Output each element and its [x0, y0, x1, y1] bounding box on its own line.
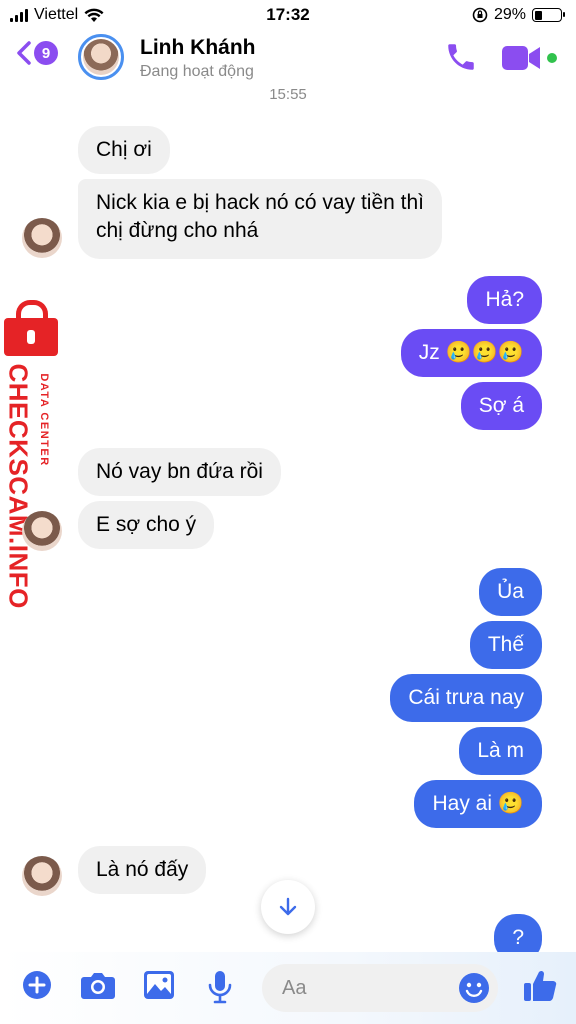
- message-bubble-outgoing[interactable]: Cái trưa nay: [390, 674, 542, 722]
- conversation-timestamp: 15:55: [269, 86, 307, 103]
- status-bar: Viettel 17:32 29%: [0, 0, 576, 30]
- message-bubble-outgoing[interactable]: Hả?: [467, 276, 542, 324]
- message-line: Nick kia e bị hack nó có vay tiền thì: [96, 191, 424, 214]
- message-bubble-incoming[interactable]: Nó vay bn đứa rồi: [78, 448, 281, 496]
- message-bubble-incoming[interactable]: Chị ơi: [78, 126, 170, 174]
- unread-badge: 9: [34, 41, 58, 65]
- watermark-text: CHECKSCAM.INFO: [3, 363, 34, 609]
- camera-icon[interactable]: [80, 970, 116, 1000]
- scroll-to-bottom-button[interactable]: [261, 880, 315, 934]
- contact-avatar[interactable]: [78, 34, 124, 80]
- message-bubble-outgoing[interactable]: Là m: [459, 727, 542, 775]
- contact-status: Đang hoạt động: [140, 63, 254, 80]
- sender-avatar[interactable]: [22, 511, 62, 551]
- message-bubble-outgoing[interactable]: Ủa: [479, 568, 542, 616]
- microphone-icon[interactable]: [207, 970, 233, 1004]
- watermark-lock-icon: [4, 300, 58, 356]
- watermark-subtext: DATA CENTER: [38, 373, 50, 467]
- message-bubble-outgoing[interactable]: Hay ai 🥲: [414, 780, 542, 828]
- arrow-down-icon: [279, 897, 297, 916]
- phone-icon[interactable]: [444, 40, 478, 74]
- message-bubble-incoming[interactable]: Nick kia e bị hack nó có vay tiền thì ch…: [78, 179, 442, 259]
- chat-header: 9 Linh Khánh Đang hoạt động: [0, 30, 576, 88]
- emoji-icon[interactable]: [458, 972, 490, 1004]
- message-input-placeholder: Aa: [282, 977, 307, 999]
- message-input[interactable]: Aa: [262, 964, 498, 1012]
- sender-avatar[interactable]: [22, 218, 62, 258]
- back-button[interactable]: 9: [16, 40, 58, 66]
- online-indicator: [547, 53, 557, 63]
- orientation-lock-icon: [472, 7, 488, 23]
- message-bubble-outgoing[interactable]: Jz 🥲🥲🥲: [400, 329, 542, 377]
- message-bubble-incoming[interactable]: E sợ cho ý: [78, 501, 215, 549]
- message-bubble-incoming[interactable]: Là nó đấy: [78, 846, 207, 894]
- video-camera-icon[interactable]: [502, 44, 542, 72]
- thumbs-up-icon[interactable]: [522, 968, 558, 1004]
- sender-avatar[interactable]: [22, 856, 62, 896]
- message-composer: Aa: [0, 952, 576, 1024]
- battery-icon: [532, 8, 565, 22]
- contact-name[interactable]: Linh Khánh: [140, 36, 255, 60]
- status-right: 29%: [472, 6, 565, 24]
- battery-percent: 29%: [493, 6, 526, 23]
- plus-icon[interactable]: [22, 970, 52, 1000]
- image-icon[interactable]: [143, 970, 175, 1000]
- message-bubble-outgoing[interactable]: Sợ á: [460, 382, 542, 430]
- back-chevron-icon: [17, 41, 31, 65]
- message-bubble-outgoing[interactable]: Thế: [469, 621, 542, 669]
- message-line: chị đừng cho nhá: [96, 219, 259, 242]
